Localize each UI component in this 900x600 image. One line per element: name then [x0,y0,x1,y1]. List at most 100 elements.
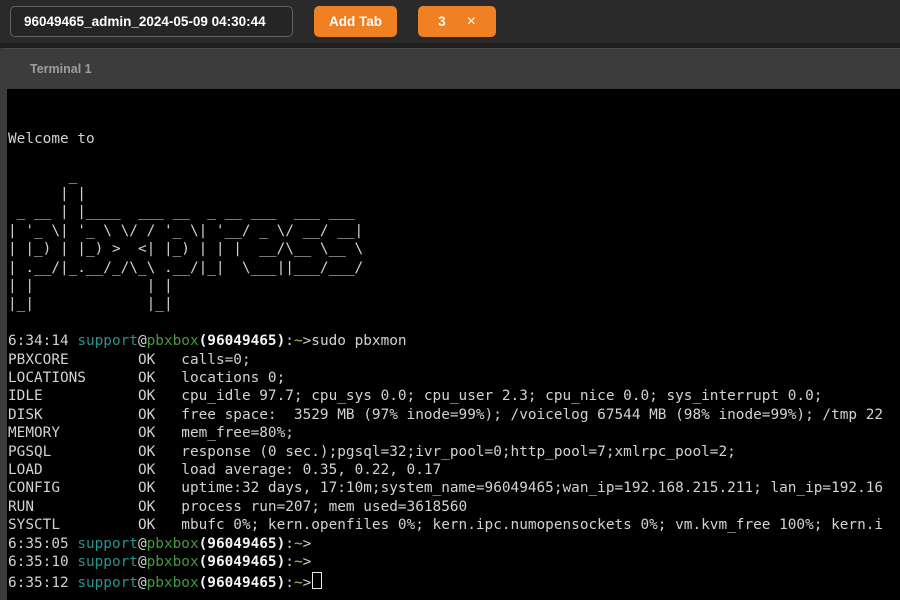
status-name: SYSCTL [8,517,138,533]
top-toolbar: Add Tab 3 × [0,0,900,43]
terminal-line: LOAD OK load average: 0.35, 0.22, 0.17 [8,461,900,479]
terminal-line: 6:35:12 support@pbxbox(96049465):~> [8,572,900,592]
terminal-line: LOCATIONS OK locations 0; [8,369,900,387]
prompt-time: 6:35:10 [8,554,77,570]
add-tab-button[interactable]: Add Tab [314,6,397,37]
status-ok: OK [138,517,181,533]
status-message: cpu_idle 97.7; cpu_sys 0.0; cpu_user 2.3… [181,388,822,404]
prompt-colon: : [285,575,294,591]
terminal-line: _ [8,167,900,185]
status-ok: OK [138,444,181,460]
status-ok: OK [138,462,181,478]
prompt-host: pbxbox [147,333,199,349]
status-ok: OK [138,352,181,368]
status-name: PGSQL [8,444,138,460]
prompt-user: support [77,554,138,570]
status-ok: OK [138,425,181,441]
status-message: uptime:32 days, 17:10m;system_name=96049… [181,480,883,496]
status-name: PBXCORE [8,352,138,368]
prompt-at: @ [138,333,147,349]
terminal-line: PBXCORE OK calls=0; [8,351,900,369]
status-name: MEMORY [8,425,138,441]
status-ok: OK [138,388,181,404]
prompt-time: 6:34:14 [8,333,77,349]
prompt-tilde: ~ [294,575,303,591]
status-message: free space: 3529 MB (97% inode=99%); /vo… [181,407,883,423]
terminal-line: _ __ | |____ ___ __ _ __ ___ ___ ___ [8,203,900,221]
prompt-gt: > [303,575,312,591]
terminal-line: SYSCTL OK mbufc 0%; kern.openfiles 0%; k… [8,516,900,534]
prompt-host: pbxbox [147,575,199,591]
status-message: mbufc 0%; kern.openfiles 0%; kern.ipc.nu… [181,517,883,533]
terminal-line: | |_) | |_) > <| |_) | | | __/\__ \__ \ [8,240,900,258]
status-name: DISK [8,407,138,423]
prompt-gt: > [303,333,312,349]
prompt-user: support [77,536,138,552]
status-ok: OK [138,370,181,386]
terminal-line: | | [8,185,900,203]
tab-count-label: 3 [438,14,446,29]
terminal-line: 6:35:05 support@pbxbox(96049465):~> [8,535,900,553]
terminal-line: IDLE OK cpu_idle 97.7; cpu_sys 0.0; cpu_… [8,387,900,405]
prompt-tilde: ~ [294,554,303,570]
status-message: process run=207; mem used=3618560 [181,499,467,515]
terminal-title: Terminal 1 [30,62,92,76]
terminal-screen[interactable]: Welcome to _ | | _ __ | |____ ___ __ _ _… [7,89,900,600]
status-message: locations 0; [181,370,285,386]
close-tab-icon[interactable]: × [467,14,476,30]
terminal-line: |_| |_| [8,295,900,313]
prompt-host: pbxbox [147,554,199,570]
prompt-gt: > [303,536,312,552]
terminal-line: Welcome to [8,130,900,148]
prompt-user: support [77,575,138,591]
terminal-line: 6:34:14 support@pbxbox(96049465):~>sudo … [8,332,900,350]
terminal-line: 6:35:10 support@pbxbox(96049465):~> [8,553,900,571]
status-name: IDLE [8,388,138,404]
prompt-at: @ [138,536,147,552]
status-ok: OK [138,407,181,423]
status-ok: OK [138,480,181,496]
terminal-cursor [312,572,322,589]
terminal-header: Terminal 1 [7,49,900,89]
status-message: mem_free=80%; [181,425,294,441]
prompt-tilde: ~ [294,333,303,349]
terminal-line: DISK OK free space: 3529 MB (97% inode=9… [8,406,900,424]
status-message: calls=0; [181,352,250,368]
prompt-colon: : [285,333,294,349]
prompt-at: @ [138,554,147,570]
terminal-line: MEMORY OK mem_free=80%; [8,424,900,442]
terminal-line: | '_ \| '_ \ \/ / '_ \| '__/ _ \/ __/ __… [8,222,900,240]
status-name: CONFIG [8,480,138,496]
terminal-line: PGSQL OK response (0 sec.);pgsql=32;ivr_… [8,443,900,461]
status-ok: OK [138,499,181,515]
status-message: load average: 0.35, 0.22, 0.17 [181,462,441,478]
prompt-time: 6:35:12 [8,575,77,591]
session-name-input[interactable] [10,6,293,37]
prompt-host: pbxbox [147,536,199,552]
status-name: RUN [8,499,138,515]
prompt-session: (96049465) [199,575,286,591]
status-message: response (0 sec.);pgsql=32;ivr_pool=0;ht… [181,444,736,460]
prompt-tilde: ~ [294,536,303,552]
prompt-time: 6:35:05 [8,536,77,552]
terminal-line [8,314,900,332]
prompt-command: sudo pbxmon [311,333,406,349]
active-tab-chip[interactable]: 3 × [418,6,496,37]
prompt-colon: : [285,536,294,552]
prompt-gt: > [303,554,312,570]
terminal-line [8,93,900,111]
prompt-user: support [77,333,138,349]
prompt-session: (96049465) [199,333,286,349]
terminal-line: | .__/|_.__/_/\_\ .__/|_| \___||___/___/ [8,259,900,277]
terminal-window: Terminal 1 Welcome to _ | | _ __ | |____… [0,48,900,600]
terminal-line [8,148,900,166]
prompt-session: (96049465) [199,554,286,570]
prompt-session: (96049465) [199,536,286,552]
prompt-at: @ [138,575,147,591]
terminal-line: | | | | [8,277,900,295]
status-name: LOAD [8,462,138,478]
status-name: LOCATIONS [8,370,138,386]
terminal-line [8,111,900,129]
prompt-colon: : [285,554,294,570]
terminal-line: RUN OK process run=207; mem used=3618560 [8,498,900,516]
